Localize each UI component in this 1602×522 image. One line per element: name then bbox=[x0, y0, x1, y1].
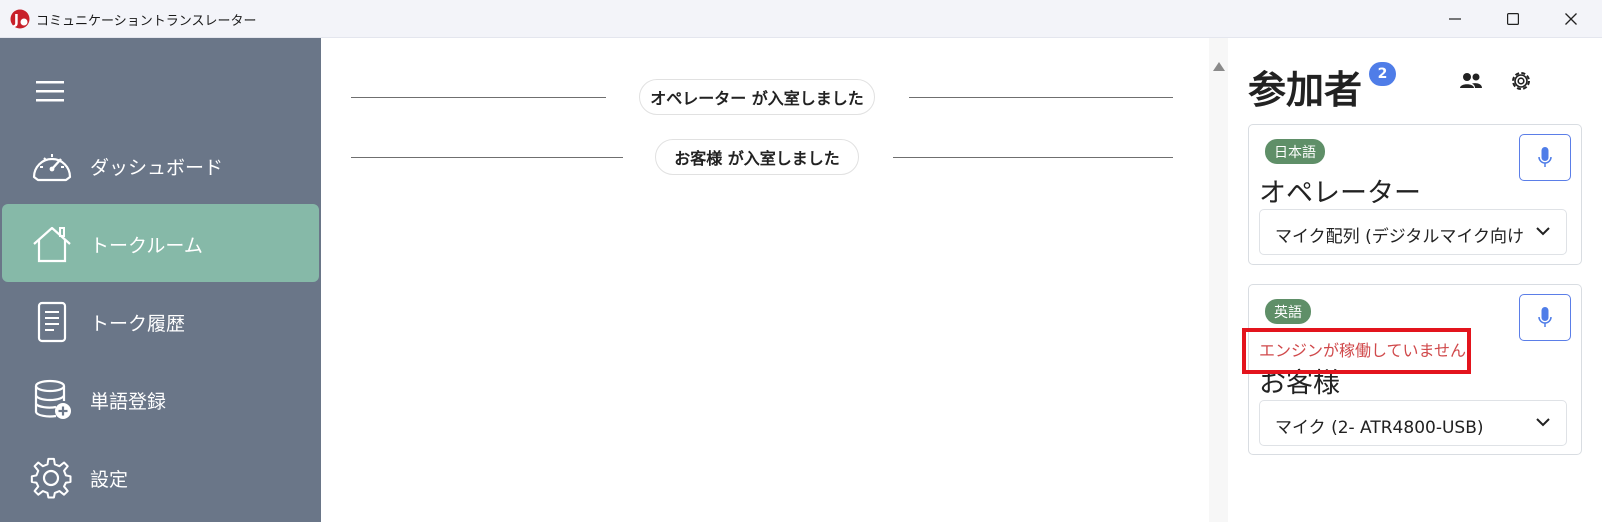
sidebar-item-dashboard[interactable]: ダッシュボード bbox=[2, 126, 319, 204]
participant-name: オペレーター bbox=[1259, 178, 1421, 209]
error-highlight-box bbox=[1242, 328, 1471, 374]
microphone-device-select[interactable]: マイク (2- ATR4800-USB) bbox=[1259, 400, 1567, 446]
chat-area: オペレーター が入室しました お客様 が入室しました bbox=[321, 38, 1209, 522]
selected-device: マイク (2- ATR4800-USB) bbox=[1275, 418, 1484, 438]
participants-panel: 参加者 2 日本語 オペレーター マイク配列 (デジタルマイク向けイ 英語 エン… bbox=[1228, 38, 1602, 522]
sidebar-item-talk-history[interactable]: トーク履歴 bbox=[2, 282, 319, 360]
close-button[interactable] bbox=[1544, 0, 1598, 38]
hamburger-menu-icon[interactable] bbox=[36, 80, 68, 106]
divider bbox=[893, 157, 1173, 158]
maximize-button[interactable] bbox=[1486, 0, 1540, 38]
participants-title: 参加者 bbox=[1248, 68, 1363, 112]
system-message: お客様 が入室しました bbox=[655, 139, 859, 175]
dashboard-icon bbox=[32, 154, 72, 182]
document-icon bbox=[37, 301, 67, 343]
sidebar-item-label: トーク履歴 bbox=[90, 313, 186, 335]
selected-device: マイク配列 (デジタルマイク向けイ bbox=[1275, 227, 1525, 247]
system-message: オペレーター が入室しました bbox=[639, 79, 875, 115]
chat-scrollbar[interactable] bbox=[1209, 38, 1228, 522]
microphone-button[interactable] bbox=[1519, 134, 1571, 181]
chevron-down-icon bbox=[1536, 227, 1550, 236]
title-bar: J コミュニケーショントランスレーター bbox=[0, 0, 1602, 38]
sidebar-item-talkroom[interactable]: トークルーム bbox=[2, 204, 319, 282]
minimize-button[interactable] bbox=[1428, 0, 1482, 38]
svg-text:J: J bbox=[13, 13, 19, 28]
sidebar-item-settings[interactable]: 設定 bbox=[2, 438, 319, 516]
close-icon bbox=[1565, 13, 1577, 25]
microphone-icon bbox=[1538, 306, 1552, 327]
sidebar-item-label: 単語登録 bbox=[90, 391, 167, 413]
sidebar-item-label: 設定 bbox=[90, 469, 129, 491]
participant-card-operator: 日本語 オペレーター マイク配列 (デジタルマイク向けイ bbox=[1248, 124, 1582, 265]
microphone-icon bbox=[1538, 146, 1552, 167]
scroll-up-arrow-icon[interactable] bbox=[1213, 62, 1225, 71]
users-icon[interactable] bbox=[1458, 68, 1484, 94]
gear-icon bbox=[30, 457, 72, 499]
language-badge: 日本語 bbox=[1265, 139, 1325, 164]
settings-gear-icon[interactable] bbox=[1508, 68, 1534, 94]
window-title: コミュニケーショントランスレーター bbox=[36, 14, 257, 29]
sidebar-item-label: ダッシュボード bbox=[90, 157, 224, 179]
database-add-icon bbox=[34, 379, 71, 419]
sidebar-item-label: トークルーム bbox=[90, 235, 203, 257]
microphone-button[interactable] bbox=[1519, 294, 1571, 341]
language-badge: 英語 bbox=[1265, 299, 1311, 324]
home-icon bbox=[33, 226, 71, 263]
chevron-down-icon bbox=[1536, 418, 1550, 427]
sidebar-item-word-registration[interactable]: 単語登録 bbox=[2, 360, 319, 438]
microphone-device-select[interactable]: マイク配列 (デジタルマイク向けイ bbox=[1259, 209, 1567, 255]
divider bbox=[351, 157, 623, 158]
maximize-icon bbox=[1507, 13, 1519, 25]
divider bbox=[351, 97, 606, 98]
divider bbox=[909, 97, 1173, 98]
sidebar: ダッシュボード トークルーム トーク履歴 単語登録 設定 bbox=[0, 38, 321, 522]
app-logo-icon: J bbox=[10, 9, 30, 29]
minimize-icon bbox=[1449, 18, 1461, 20]
participant-count-badge: 2 bbox=[1369, 62, 1396, 86]
